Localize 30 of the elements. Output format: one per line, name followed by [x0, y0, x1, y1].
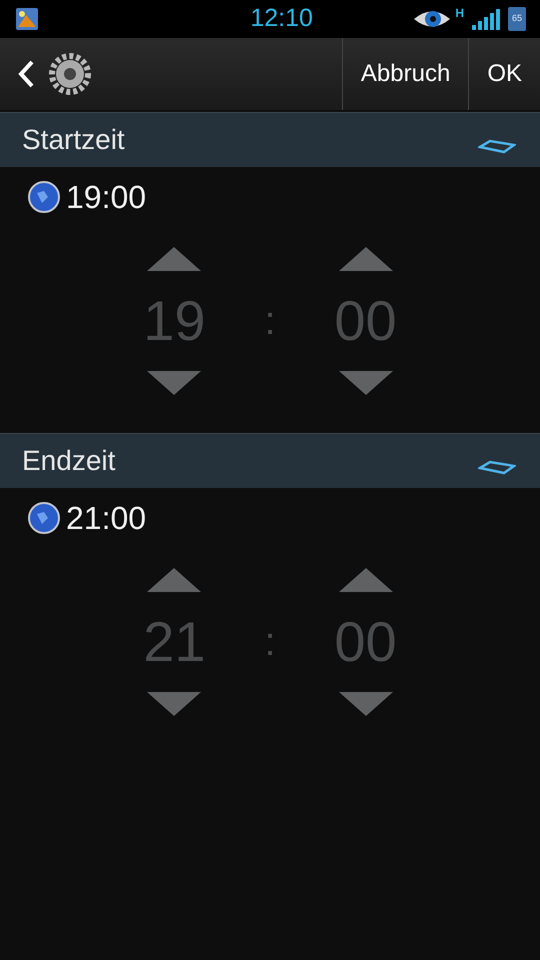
decrement-arrow-icon[interactable]: [338, 371, 393, 395]
signal-icon: [472, 8, 500, 30]
battery-level: 65: [512, 12, 522, 26]
network-type: H: [455, 5, 464, 22]
decrement-arrow-icon[interactable]: [147, 692, 202, 716]
increment-arrow-icon[interactable]: [147, 568, 202, 592]
gallery-icon: [14, 5, 40, 33]
eye-icon: [413, 8, 452, 30]
action-button[interactable]: OK: [468, 38, 540, 110]
minute-value[interactable]: 00: [334, 271, 397, 371]
increment-arrow-icon[interactable]: [338, 247, 393, 271]
hour-value[interactable]: 21: [143, 592, 206, 692]
section-title: Endzeit: [22, 444, 116, 478]
section-title: Startzeit: [22, 123, 125, 157]
decrement-arrow-icon[interactable]: [338, 692, 393, 716]
globe-icon: [28, 181, 60, 213]
clock: 12:10: [250, 3, 313, 34]
time-summary: 21:00: [66, 499, 146, 538]
decrement-arrow-icon[interactable]: [147, 371, 202, 395]
back-icon: [18, 60, 34, 88]
time-separator: :: [264, 619, 276, 666]
increment-arrow-icon[interactable]: [147, 247, 202, 271]
increment-arrow-icon[interactable]: [338, 568, 393, 592]
globe-icon: [28, 502, 60, 534]
minute-value[interactable]: 00: [334, 592, 397, 692]
gear-icon: [48, 52, 92, 96]
time-summary: 19:00: [66, 178, 146, 217]
action-button[interactable]: Abbruch: [342, 38, 468, 110]
hour-value[interactable]: 19: [143, 271, 206, 371]
time-separator: :: [264, 298, 276, 345]
